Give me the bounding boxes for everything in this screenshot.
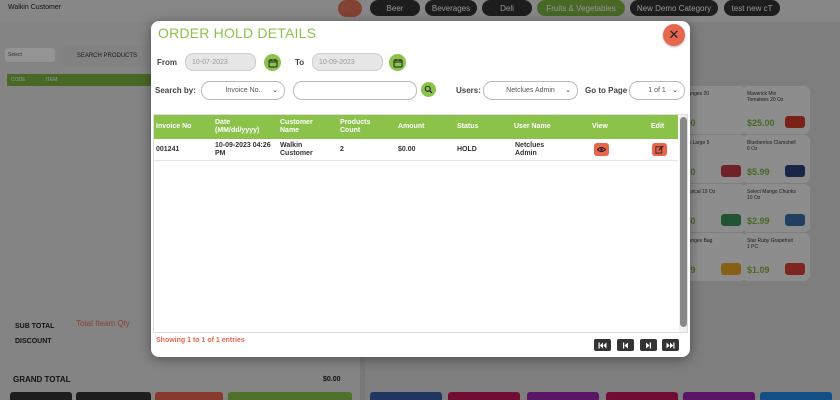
edit-button[interactable] <box>652 143 667 156</box>
col-invoice-no: Invoice No <box>156 123 192 130</box>
last-page-button[interactable] <box>662 339 679 351</box>
table-header: Invoice No Date (MM/dd/yyyy) Customer Na… <box>154 115 678 139</box>
cell-amount: $0.00 <box>398 146 416 153</box>
prev-page-icon <box>623 342 628 348</box>
first-page-icon <box>598 342 607 348</box>
table-scrollbar[interactable] <box>679 115 687 332</box>
table-row: 001241 10-09-2023 04:26 PM Walkin Custom… <box>154 139 678 161</box>
cell-invoice: 001241 <box>156 146 180 153</box>
cell-user: Netclues Admin <box>515 142 545 157</box>
close-icon: ✕ <box>668 27 680 42</box>
search-input[interactable] <box>293 81 417 100</box>
entries-info: Showing 1 to 1 of 1 entries <box>156 337 245 344</box>
from-date-input[interactable]: 10-07-2023 <box>185 53 256 71</box>
next-page-icon <box>646 342 651 348</box>
search-by-value: Invoice No. <box>225 87 261 94</box>
goto-page-label: Go to Page <box>585 86 628 95</box>
view-button[interactable] <box>594 143 609 156</box>
close-button[interactable]: ✕ <box>663 24 685 46</box>
cell-count: 2 <box>340 146 344 153</box>
search-icon <box>424 85 433 94</box>
modal-title: ORDER HOLD DETAILS <box>158 25 317 41</box>
goto-page-value: 1 of 1 <box>648 87 666 94</box>
edit-icon <box>655 145 664 154</box>
col-products-count: Products Count <box>340 119 371 134</box>
search-by-label: Search by: <box>155 86 196 95</box>
calendar-icon <box>393 58 402 67</box>
first-page-button[interactable] <box>594 339 611 351</box>
col-view: View <box>592 123 608 130</box>
search-button[interactable] <box>421 82 436 97</box>
to-label: To <box>295 58 305 67</box>
users-label: Users: <box>456 86 481 95</box>
users-value: Netclues Admin <box>506 87 555 94</box>
col-status: Status <box>457 123 479 130</box>
next-page-button[interactable] <box>640 339 657 351</box>
cell-customer: Walkin Customer <box>280 142 313 157</box>
prev-page-button[interactable] <box>617 339 634 351</box>
chevron-down-icon: ⌄ <box>565 87 571 94</box>
calendar-icon <box>268 58 277 67</box>
users-select[interactable]: Netclues Admin ⌄ <box>483 81 578 100</box>
order-table: Invoice No Date (MM/dd/yyyy) Customer Na… <box>153 114 688 333</box>
scrollbar-thumb[interactable] <box>680 117 687 327</box>
from-label: From <box>157 58 177 67</box>
order-hold-modal: ORDER HOLD DETAILS ✕ From 10-07-2023 To … <box>151 21 690 357</box>
cell-date: 10-09-2023 04:26 PM <box>215 142 271 157</box>
col-date: Date (MM/dd/yyyy) <box>215 119 260 134</box>
from-calendar-button[interactable] <box>264 54 281 71</box>
to-date-input[interactable]: 10-09-2023 <box>312 53 383 71</box>
chevron-down-icon: ⌄ <box>672 87 678 94</box>
col-customer-name: Customer Name <box>280 119 313 134</box>
eye-icon <box>597 147 606 152</box>
last-page-icon <box>666 342 675 348</box>
to-calendar-button[interactable] <box>389 54 406 71</box>
search-by-select[interactable]: Invoice No. ⌄ <box>201 81 285 100</box>
chevron-down-icon: ⌄ <box>272 87 278 94</box>
col-edit: Edit <box>651 123 665 130</box>
goto-page-select[interactable]: 1 of 1 ⌄ <box>629 81 685 100</box>
col-user-name: User Name <box>514 123 551 130</box>
col-amount: Amount <box>398 123 425 130</box>
cell-status: HOLD <box>457 146 477 153</box>
